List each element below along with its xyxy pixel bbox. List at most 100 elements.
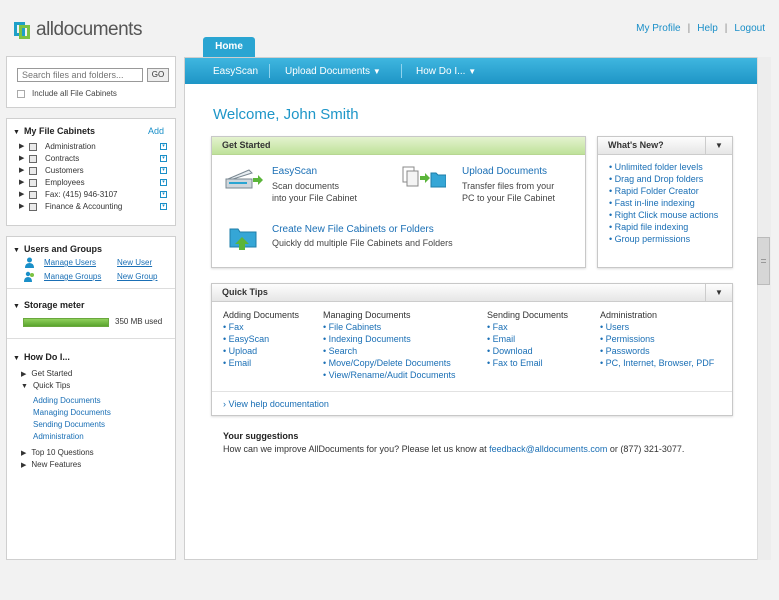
- get-started-header: Get Started: [212, 137, 585, 155]
- cabinet-icon: [29, 191, 37, 199]
- tip-link[interactable]: • Fax: [487, 322, 508, 332]
- help-link[interactable]: Help: [697, 23, 718, 34]
- my-profile-link[interactable]: My Profile: [636, 23, 680, 34]
- tip-link[interactable]: • View/Rename/Audit Documents: [323, 370, 456, 380]
- cabinet-menu-icon[interactable]: ▾: [160, 167, 167, 174]
- tab-home[interactable]: Home: [203, 37, 255, 57]
- divider: [212, 391, 732, 392]
- add-cabinet-link[interactable]: Add: [148, 126, 164, 136]
- cabinet-item[interactable]: ▶ Employees ▾: [19, 177, 169, 189]
- tip-link[interactable]: • Move/Copy/Delete Documents: [323, 358, 451, 368]
- list-item[interactable]: • Drag and Drop folders: [609, 174, 703, 184]
- dropdown-icon[interactable]: ▼: [705, 137, 732, 154]
- collapse-icon: ▼: [13, 355, 20, 362]
- cabinet-item[interactable]: ▶ Customers ▾: [19, 165, 169, 177]
- chevron-down-icon: ▼: [372, 67, 381, 76]
- storage-used-label: 350 MB used: [115, 317, 163, 326]
- tip-link[interactable]: • Email: [487, 334, 515, 344]
- nav-how-do-i[interactable]: How Do I... ▼: [416, 66, 476, 77]
- how-new-features[interactable]: ▶ New Features: [21, 460, 81, 469]
- quick-tips-box: Quick Tips ▼ Adding Documents • Fax • Eas…: [211, 283, 733, 416]
- tip-link[interactable]: • File Cabinets: [323, 322, 381, 332]
- tip-link[interactable]: • Download: [487, 346, 533, 356]
- list-item[interactable]: • Rapid Folder Creator: [609, 186, 699, 196]
- list-item[interactable]: • Group permissions: [609, 234, 690, 244]
- tip-link[interactable]: • Email: [223, 358, 251, 368]
- divider: |: [687, 23, 691, 34]
- nav-bar: EasyScan Upload Documents ▼ How Do I... …: [185, 58, 769, 84]
- nav-easyscan[interactable]: EasyScan: [213, 66, 258, 77]
- welcome-title: Welcome, John Smith: [213, 106, 359, 123]
- collapse-icon: ▼: [13, 129, 20, 136]
- tip-link[interactable]: • Fax: [223, 322, 244, 332]
- tip-link[interactable]: • EasyScan: [223, 334, 269, 344]
- list-item[interactable]: • Right Click mouse actions: [609, 210, 718, 220]
- create-cabinets-link[interactable]: Create New File Cabinets or Folders: [272, 224, 434, 235]
- create-folder-icon: [229, 228, 257, 250]
- cabinet-item[interactable]: ▶ Finance & Accounting ▾: [19, 201, 169, 213]
- tip-link[interactable]: • Users: [600, 322, 629, 332]
- user-icon: [25, 257, 34, 268]
- search-input[interactable]: [17, 68, 143, 82]
- upload-documents-link[interactable]: Upload Documents: [462, 166, 547, 177]
- tip-link[interactable]: • Fax to Email: [487, 358, 543, 368]
- cabinet-item[interactable]: ▶ Contracts ▾: [19, 153, 169, 165]
- list-item[interactable]: • Fast in-line indexing: [609, 198, 695, 208]
- how-sub-link[interactable]: Administration: [33, 432, 84, 441]
- logo[interactable]: alldocuments: [14, 18, 142, 42]
- tip-link[interactable]: • Permissions: [600, 334, 655, 344]
- how-sub-link[interactable]: Adding Documents: [33, 396, 101, 405]
- cabinet-menu-icon[interactable]: ▾: [160, 155, 167, 162]
- storage-meter-heading[interactable]: ▼ Storage meter: [13, 300, 84, 310]
- cabinet-menu-icon[interactable]: ▾: [160, 179, 167, 186]
- include-all-checkbox[interactable]: [17, 90, 25, 98]
- file-cabinets-heading[interactable]: ▼ My File Cabinets: [13, 126, 95, 136]
- chevron-down-icon: ▼: [468, 67, 477, 76]
- tip-link[interactable]: • Search: [323, 346, 357, 356]
- dropdown-icon[interactable]: ▼: [705, 284, 732, 301]
- tip-link[interactable]: • PC, Internet, Browser, PDF: [600, 358, 714, 368]
- expand-icon[interactable]: ▶: [19, 154, 24, 162]
- scrollbar-track[interactable]: [757, 57, 771, 560]
- go-button[interactable]: GO: [147, 68, 169, 82]
- cabinet-item[interactable]: ▶ Fax: (415) 946-3107 ▾: [19, 189, 169, 201]
- cabinet-menu-icon[interactable]: ▾: [160, 143, 167, 150]
- nav-upload-documents[interactable]: Upload Documents ▼: [285, 66, 381, 77]
- easyscan-link[interactable]: EasyScan: [272, 166, 317, 177]
- manage-groups-link[interactable]: Manage Groups: [44, 272, 101, 281]
- new-group-link[interactable]: New Group: [117, 272, 157, 281]
- cabinet-item[interactable]: ▶ Administration ▾: [19, 141, 169, 153]
- create-cabinets-desc: Quickly dd multiple File Cabinets and Fo…: [272, 238, 453, 248]
- tip-link[interactable]: • Passwords: [600, 346, 650, 356]
- tip-link[interactable]: • Upload: [223, 346, 257, 356]
- tip-link[interactable]: • Indexing Documents: [323, 334, 411, 344]
- divider: [269, 64, 270, 78]
- cabinet-icon: [29, 167, 37, 175]
- how-sub-link[interactable]: Sending Documents: [33, 420, 105, 429]
- manage-users-link[interactable]: Manage Users: [44, 258, 96, 267]
- how-top10[interactable]: ▶ Top 10 Questions: [21, 448, 94, 457]
- expand-icon[interactable]: ▶: [19, 166, 24, 174]
- logout-link[interactable]: Logout: [734, 23, 765, 34]
- logo-mark-icon: [14, 20, 32, 40]
- how-quick-tips[interactable]: ▼ Quick Tips: [21, 381, 70, 390]
- cabinet-menu-icon[interactable]: ▾: [160, 203, 167, 210]
- expand-icon[interactable]: ▶: [19, 202, 24, 210]
- scrollbar-thumb[interactable]: [757, 237, 770, 285]
- upload-documents-icon: [402, 166, 446, 188]
- cabinet-menu-icon[interactable]: ▾: [160, 191, 167, 198]
- new-user-link[interactable]: New User: [117, 258, 152, 267]
- list-item[interactable]: • Unlimited folder levels: [609, 162, 703, 172]
- expand-icon[interactable]: ▶: [19, 190, 24, 198]
- how-sub-link[interactable]: Managing Documents: [33, 408, 111, 417]
- users-groups-heading[interactable]: ▼ Users and Groups: [13, 244, 102, 254]
- easyscan-desc: Scan documents into your File Cabinet: [272, 181, 358, 203]
- feedback-email-link[interactable]: feedback@alldocuments.com: [489, 444, 607, 454]
- expand-icon[interactable]: ▶: [19, 142, 24, 150]
- expand-icon: ▶: [21, 450, 27, 457]
- how-do-i-heading[interactable]: ▼ How Do I...: [13, 352, 70, 362]
- list-item[interactable]: • Rapid file indexing: [609, 222, 688, 232]
- expand-icon[interactable]: ▶: [19, 178, 24, 186]
- view-help-link[interactable]: › View help documentation: [223, 399, 329, 409]
- how-get-started[interactable]: ▶ Get Started: [21, 369, 72, 378]
